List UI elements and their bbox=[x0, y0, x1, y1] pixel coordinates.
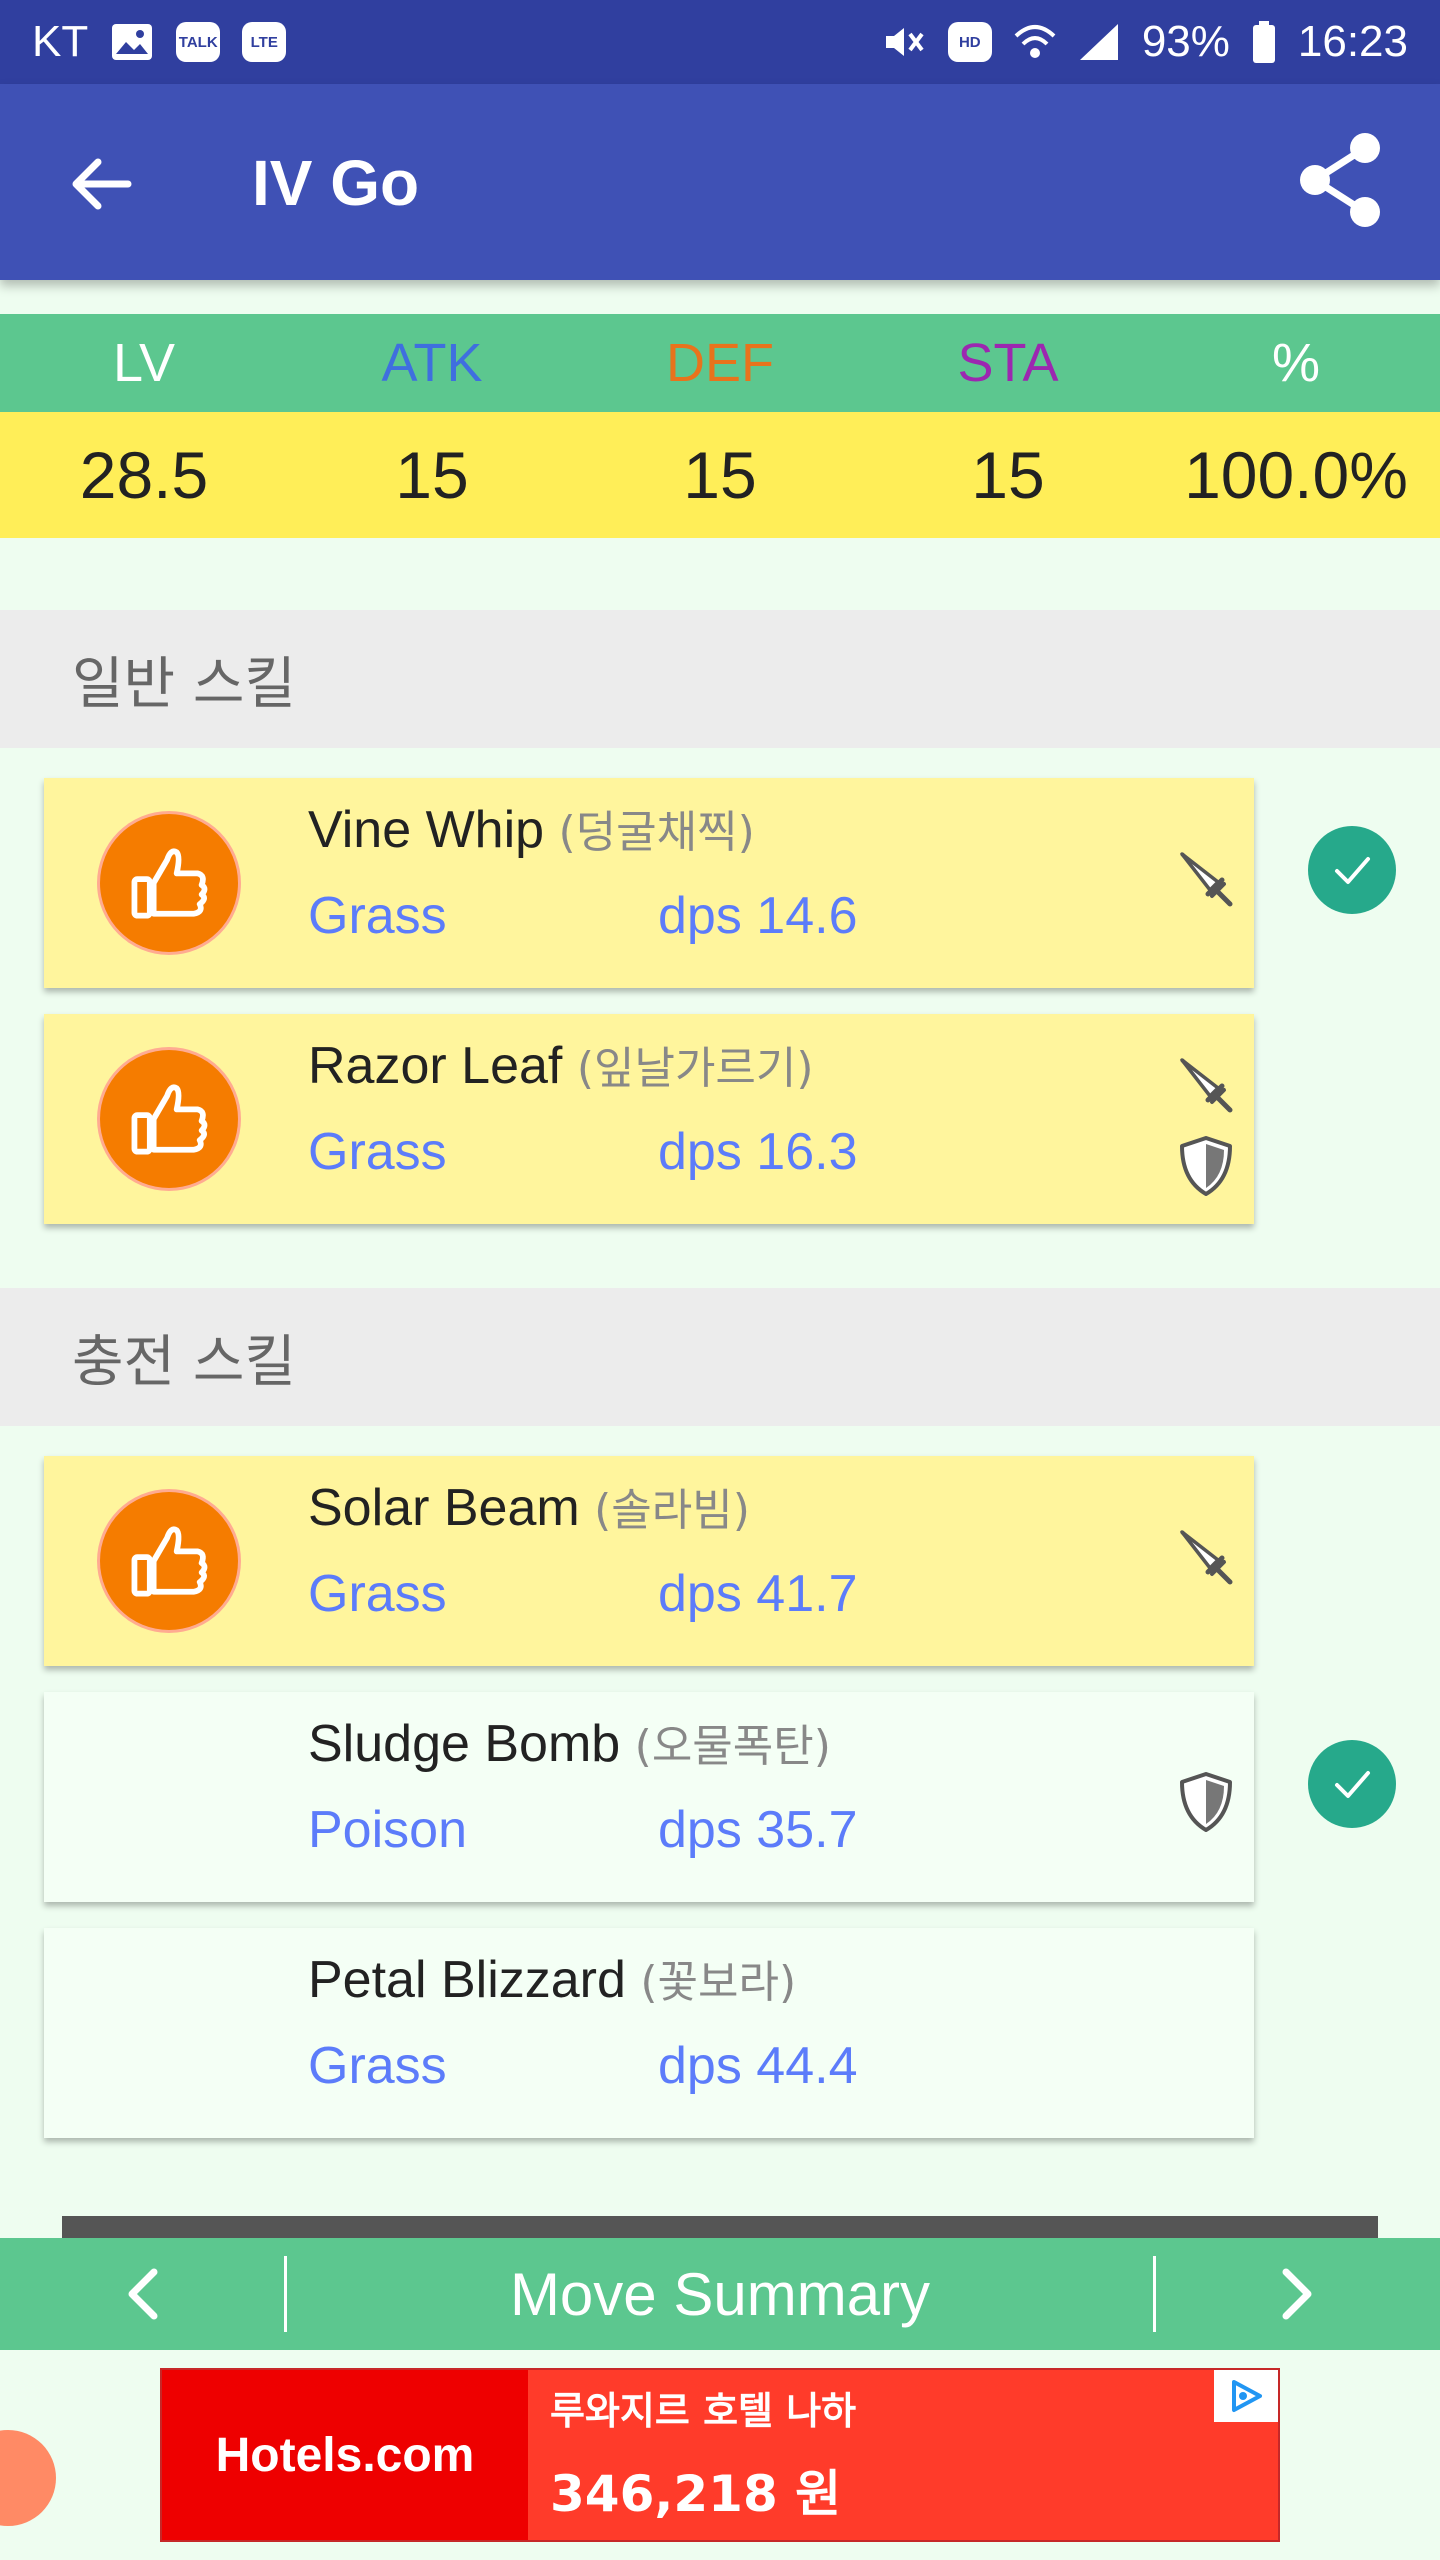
shield-icon bbox=[1172, 1132, 1240, 1200]
iv-header-sta: STA bbox=[957, 333, 1059, 393]
iv-value-sta: 15 bbox=[971, 438, 1045, 512]
clock: 16:23 bbox=[1297, 17, 1408, 66]
carrier-label: KT bbox=[32, 17, 89, 66]
move-type: Poison bbox=[308, 1801, 467, 1859]
move-name-kr: (잎날가르기) bbox=[576, 1043, 814, 1094]
ad-price: 346,218 원 bbox=[550, 2465, 842, 2523]
lte-icon: LTE bbox=[242, 22, 287, 62]
move-dps: dps 41.7 bbox=[658, 1565, 858, 1623]
wifi-icon bbox=[1014, 22, 1056, 62]
ad-hotel-name: 루와지르 호텔 나하 bbox=[550, 2389, 857, 2433]
move-card-solar-beam[interactable]: Solar Beam (솔라빔) Grass dps 41.7 bbox=[44, 1456, 1254, 1666]
move-name: Vine Whip (덩굴채찍) bbox=[308, 796, 755, 860]
move-card-razor-leaf[interactable]: Razor Leaf (잎날가르기) Grass dps 16.3 bbox=[44, 1014, 1254, 1224]
selected-check-icon[interactable] bbox=[1308, 826, 1396, 914]
mute-icon bbox=[882, 22, 926, 62]
sword-icon bbox=[1172, 1050, 1240, 1118]
status-bar: KT TALK LTE HD 93% 16:23 bbox=[0, 0, 1440, 84]
adchoices-icon[interactable] bbox=[1214, 2370, 1278, 2422]
move-name-kr: (덩굴채찍) bbox=[558, 807, 755, 858]
app-title: IV Go bbox=[252, 147, 420, 219]
battery-percent: 93% bbox=[1141, 17, 1230, 66]
move-name: Solar Beam (솔라빔) bbox=[308, 1474, 750, 1538]
selected-check-icon[interactable] bbox=[1308, 1740, 1396, 1828]
move-name: Razor Leaf (잎날가르기) bbox=[308, 1032, 814, 1096]
sword-icon bbox=[1172, 844, 1240, 912]
move-name: Petal Blizzard (꽃보라) bbox=[308, 1946, 796, 2010]
bottom-nav: Move Summary bbox=[0, 2238, 1440, 2350]
hd-voice-icon: HD bbox=[947, 22, 992, 62]
battery-icon bbox=[1252, 21, 1276, 63]
ad-image-strip bbox=[62, 2216, 1378, 2240]
gallery-icon bbox=[110, 22, 154, 62]
section-header-charge-moves: 충전 스킬 bbox=[0, 1288, 1440, 1426]
move-name-kr: (솔라빔) bbox=[594, 1485, 750, 1536]
iv-header-def: DEF bbox=[666, 333, 774, 393]
iv-value-lv: 28.5 bbox=[79, 438, 209, 512]
move-dps: dps 44.4 bbox=[658, 2037, 858, 2095]
move-type: Grass bbox=[308, 2037, 447, 2095]
move-card-petal-blizzard[interactable]: Petal Blizzard (꽃보라) Grass dps 44.4 bbox=[44, 1928, 1254, 2138]
move-dps: dps 16.3 bbox=[658, 1123, 858, 1181]
move-name-en: Petal Blizzard bbox=[308, 1951, 626, 2009]
move-card-vine-whip[interactable]: Vine Whip (덩굴채찍) Grass dps 14.6 bbox=[44, 778, 1254, 988]
thumbs-up-icon bbox=[100, 814, 238, 952]
move-name-kr: (꽃보라) bbox=[640, 1957, 797, 2008]
back-button[interactable] bbox=[60, 144, 140, 224]
floating-button[interactable] bbox=[0, 2430, 56, 2526]
arrow-left-icon bbox=[72, 158, 132, 210]
iv-header-lv: LV bbox=[112, 333, 176, 393]
hotels-logo: Hotels.com bbox=[162, 2370, 528, 2540]
move-dps: dps 35.7 bbox=[658, 1801, 858, 1859]
share-icon bbox=[1300, 133, 1380, 227]
move-name-en: Vine Whip bbox=[308, 801, 545, 859]
move-name: Sludge Bomb (오물폭탄) bbox=[308, 1710, 831, 1774]
app-bar: IV Go bbox=[0, 84, 1440, 280]
chevron-right-icon bbox=[1282, 2268, 1312, 2320]
nav-title: Move Summary bbox=[509, 2260, 931, 2328]
next-button[interactable] bbox=[1156, 2238, 1440, 2350]
move-name-en: Razor Leaf bbox=[308, 1037, 563, 1095]
move-name-en: Solar Beam bbox=[308, 1479, 580, 1537]
move-dps: dps 14.6 bbox=[658, 887, 858, 945]
section-header-fast-moves: 일반 스킬 bbox=[0, 610, 1440, 748]
iv-value-def: 15 bbox=[683, 438, 757, 512]
move-card-sludge-bomb[interactable]: Sludge Bomb (오물폭탄) Poison dps 35.7 bbox=[44, 1692, 1254, 1902]
signal-icon bbox=[1078, 22, 1120, 62]
move-name-en: Sludge Bomb bbox=[308, 1715, 621, 1773]
kakaotalk-icon: TALK bbox=[176, 22, 221, 62]
ad-banner[interactable]: Hotels.com 루와지르 호텔 나하 346,218 원 bbox=[160, 2368, 1280, 2542]
move-type: Grass bbox=[308, 1565, 447, 1623]
iv-values-row: 28.5 15 15 15 100.0% bbox=[0, 412, 1440, 538]
chevron-left-icon bbox=[128, 2268, 158, 2320]
thumbs-up-icon bbox=[100, 1492, 238, 1630]
thumbs-up-icon bbox=[100, 1050, 238, 1188]
iv-header-row: LV ATK DEF STA % bbox=[0, 314, 1440, 412]
sword-icon bbox=[1172, 1522, 1240, 1590]
move-name-kr: (오물폭탄) bbox=[634, 1721, 831, 1772]
move-type: Grass bbox=[308, 887, 447, 945]
move-type: Grass bbox=[308, 1123, 447, 1181]
prev-button[interactable] bbox=[0, 2238, 284, 2350]
shield-icon bbox=[1172, 1768, 1240, 1836]
iv-header-atk: ATK bbox=[381, 333, 483, 393]
iv-value-percent: 100.0% bbox=[1184, 438, 1408, 512]
iv-value-atk: 15 bbox=[395, 438, 469, 512]
share-button[interactable] bbox=[1290, 130, 1390, 230]
iv-header-percent: % bbox=[1271, 333, 1320, 393]
